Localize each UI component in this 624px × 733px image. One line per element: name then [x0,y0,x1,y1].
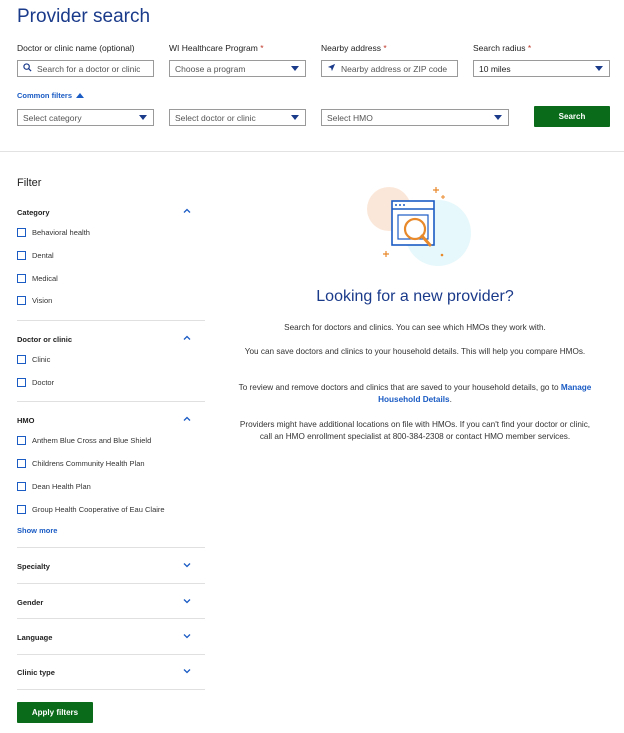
apply-filters-button[interactable]: Apply filters [17,702,93,723]
empty-state-paragraph: You can save doctors and clinics to your… [244,347,586,356]
checkbox[interactable] [17,482,26,491]
chevron-up-icon[interactable] [183,207,191,215]
chevron-down-icon[interactable] [183,597,191,605]
checkbox[interactable] [17,355,26,364]
category-option-dental[interactable]: Dental [17,251,54,260]
program-select[interactable]: Choose a program [169,60,306,77]
checkbox[interactable] [17,459,26,468]
page-title: Provider search [17,6,151,27]
section-divider [0,151,624,152]
search-button[interactable]: Search [534,106,610,127]
checkbox[interactable] [17,505,26,514]
hmo-select[interactable]: Select HMO [321,109,509,126]
section-separator [17,654,205,655]
provider-search-illustration [362,183,476,269]
gender-section-header[interactable]: Gender [17,598,43,607]
clinic-type-section-header[interactable]: Clinic type [17,668,55,677]
category-select[interactable]: Select category [17,109,154,126]
doctor-clinic-option-clinic[interactable]: Clinic [17,355,50,364]
section-separator [17,547,205,548]
hmo-option-anthem[interactable]: Anthem Blue Cross and Blue Shield [17,436,151,445]
empty-state-paragraph: Search for doctors and clinics. You can … [284,323,546,332]
chevron-down-icon [291,66,299,71]
doctor-search-input[interactable]: Search for a doctor or clinic [17,60,154,77]
show-more-link[interactable]: Show more [17,526,57,535]
section-separator [17,618,205,619]
doctor-clinic-select[interactable]: Select doctor or clinic [169,109,306,126]
radius-select[interactable]: 10 miles [473,60,610,77]
category-option-medical[interactable]: Medical [17,274,58,283]
empty-state-paragraph: Providers might have additional location… [239,420,591,441]
chevron-down-icon[interactable] [183,561,191,569]
checkbox[interactable] [17,378,26,387]
category-option-behavioral-health[interactable]: Behavioral health [17,228,90,237]
doctor-clinic-option-doctor[interactable]: Doctor [17,378,54,387]
program-label: WI Healthcare Program * [169,43,264,53]
caret-up-icon [76,93,85,98]
filter-title: Filter [17,177,42,189]
section-separator [17,320,205,321]
hmo-option-dean-health[interactable]: Dean Health Plan [17,482,91,491]
hmo-option-childrens-community[interactable]: Childrens Community Health Plan [17,459,145,468]
doctor-clinic-section-header[interactable]: Doctor or clinic [17,335,72,344]
hmo-section-header[interactable]: HMO [17,416,35,425]
required-mark: * [383,43,387,53]
chevron-down-icon[interactable] [183,632,191,640]
location-arrow-icon [327,63,336,74]
checkbox[interactable] [17,228,26,237]
chevron-down-icon [139,115,147,120]
name-label: Doctor or clinic name (optional) [17,43,135,53]
address-label: Nearby address * [321,43,387,53]
required-mark: * [527,43,532,53]
category-section-header[interactable]: Category [17,208,50,217]
radius-label: Search radius * [473,43,532,53]
hmo-option-group-health[interactable]: Group Health Cooperative of Eau Claire [17,505,165,514]
search-icon [23,63,32,74]
checkbox[interactable] [17,436,26,445]
section-separator [17,583,205,584]
required-mark: * [260,43,264,53]
checkbox[interactable] [17,274,26,283]
language-section-header[interactable]: Language [17,633,52,642]
chevron-down-icon [291,115,299,120]
chevron-down-icon [494,115,502,120]
section-separator [17,401,205,402]
chevron-down-icon[interactable] [183,667,191,675]
chevron-up-icon[interactable] [183,415,191,423]
specialty-section-header[interactable]: Specialty [17,562,50,571]
chevron-up-icon[interactable] [183,334,191,342]
empty-state-paragraph: To review and remove doctors and clinics… [238,383,592,404]
checkbox[interactable] [17,251,26,260]
address-input[interactable]: Nearby address or ZIP code [321,60,458,77]
section-separator [17,689,205,690]
category-option-vision[interactable]: Vision [17,296,52,305]
empty-state-title: Looking for a new provider? [316,288,514,305]
chevron-down-icon [595,66,603,71]
common-filters-toggle[interactable]: Common filters [17,91,85,100]
checkbox[interactable] [17,296,26,305]
